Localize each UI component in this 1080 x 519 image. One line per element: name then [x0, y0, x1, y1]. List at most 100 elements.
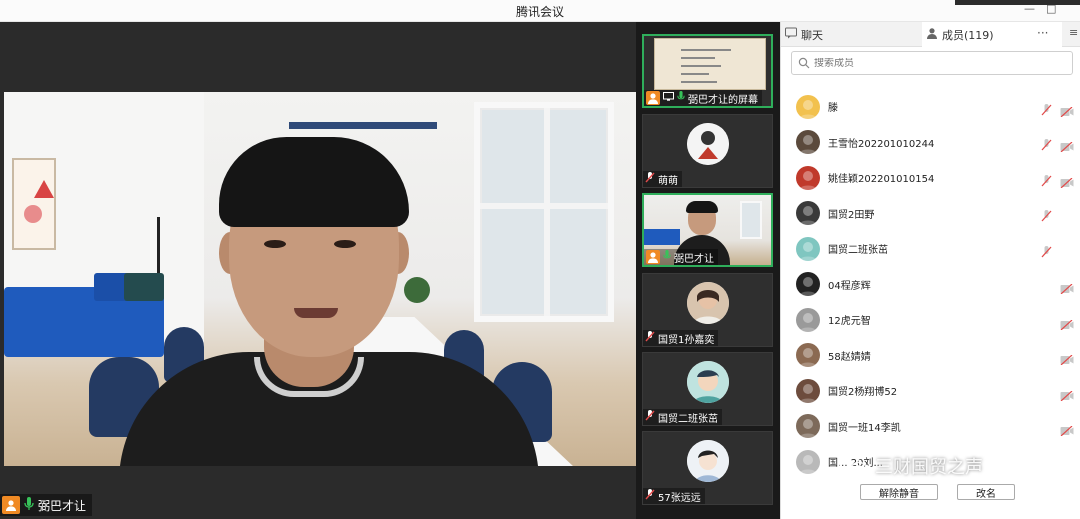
- member-search[interactable]: [791, 51, 1073, 75]
- microphone-muted-icon[interactable]: [1041, 207, 1052, 222]
- speaker-name: 弼巴才让: [38, 498, 87, 513]
- member-row[interactable]: 国贸2杨翔博52: [781, 373, 1080, 409]
- participant-video-strip[interactable]: 弼巴才让的屏幕 萌萌 弼巴才让 国贸1孙嘉奕 国贸二班张茁 57张远远: [636, 22, 780, 519]
- camera-off-icon[interactable]: [1060, 137, 1074, 153]
- tab-chat-label: 聊天: [801, 28, 823, 42]
- unmute-all-button[interactable]: 解除静音: [860, 484, 938, 500]
- participant-avatar: [687, 361, 729, 403]
- member-row[interactable]: 国贸2田野: [781, 196, 1080, 232]
- panel-tabs: 聊天 成员(119) ··· ≡: [781, 22, 1080, 47]
- rename-button[interactable]: 改名: [957, 484, 1015, 500]
- thumbnail-name: 国贸二班张茁: [658, 413, 718, 425]
- search-icon: [798, 54, 810, 73]
- shared-screen-preview: [654, 38, 766, 90]
- person-icon: [926, 27, 938, 42]
- member-avatar: [796, 414, 820, 439]
- window-title: 腾讯会议: [515, 5, 564, 19]
- microphone-icon[interactable]: [1041, 420, 1052, 432]
- wall-art: [12, 158, 56, 250]
- camera-off-icon[interactable]: [1060, 421, 1074, 437]
- member-row[interactable]: 王雪怡202201010244: [781, 125, 1080, 161]
- thumbnail-name: 57张远远: [658, 492, 701, 504]
- member-name: 国贸二班张茁: [828, 245, 888, 257]
- member-name: 姚佳颖202201010154: [828, 174, 935, 186]
- thumbnail-label: 弼巴才让: [644, 249, 718, 265]
- thumbnail-name: 弼巴才让的屏幕: [688, 94, 758, 106]
- microphone-icon[interactable]: [1041, 385, 1052, 397]
- thumbnail-name: 国贸1孙嘉奕: [658, 334, 715, 346]
- speaker-camera-feed: [4, 92, 636, 466]
- microphone-icon[interactable]: [1041, 314, 1052, 326]
- microphone-icon[interactable]: [1041, 349, 1052, 361]
- camera-icon[interactable]: [1060, 208, 1074, 218]
- member-name: 王雪怡202201010244: [828, 138, 935, 150]
- wechat-icon: [839, 455, 868, 477]
- camera-icon[interactable]: [1060, 457, 1074, 467]
- microphone-muted-icon[interactable]: [1041, 136, 1052, 151]
- member-avatar: [796, 449, 820, 474]
- screen-share-icon: [663, 92, 674, 104]
- member-avatar: [796, 201, 820, 226]
- host-user-icon: [646, 250, 660, 264]
- member-row[interactable]: 国贸二班张茁: [781, 231, 1080, 267]
- member-avatar: [796, 165, 820, 190]
- members-panel: 聊天 成员(119) ··· ≡ 滕王雪怡202201010244 姚佳颖2022…: [780, 22, 1080, 519]
- menu-icon[interactable]: ≡: [1069, 26, 1078, 39]
- thumbnail-name: 萌萌: [658, 175, 678, 187]
- member-row[interactable]: 04程彦辉: [781, 267, 1080, 303]
- chat-icon: [785, 27, 797, 42]
- member-row[interactable]: 12虎元智: [781, 302, 1080, 338]
- more-options-button[interactable]: ···: [1037, 26, 1048, 40]
- thumbnail-screen-share[interactable]: 弼巴才让的屏幕: [642, 34, 773, 108]
- participant-avatar: [687, 282, 729, 324]
- member-list: 滕王雪怡202201010244 姚佳颖202201010154 国贸2田野国贸二班…: [781, 89, 1080, 480]
- member-row[interactable]: 58赵婧婧: [781, 338, 1080, 374]
- microphone-muted-icon: [645, 172, 655, 186]
- speaker-name-tag: 弼巴才让: [0, 494, 93, 516]
- microphone-muted-icon: [645, 410, 655, 424]
- thumbnail-camera[interactable]: 弼巴才让: [642, 193, 773, 267]
- member-row[interactable]: 滕: [781, 89, 1080, 125]
- watermark: 三财国贸之声: [839, 451, 983, 481]
- microphone-muted-icon[interactable]: [1041, 172, 1052, 187]
- member-name: 国贸一班14李凯: [828, 422, 901, 434]
- thumbnail-participant[interactable]: 国贸二班张茁: [642, 352, 773, 426]
- member-name: 国贸2田野: [828, 209, 875, 221]
- title-bar-overlay: [955, 0, 1080, 5]
- thumbnail-label: 57张远远: [643, 488, 705, 504]
- microphone-icon[interactable]: [1041, 456, 1052, 468]
- member-avatar: [796, 343, 820, 368]
- camera-off-icon[interactable]: [1060, 315, 1074, 331]
- thumbnail-participant[interactable]: 国贸1孙嘉奕: [642, 273, 773, 347]
- watermark-text: 三财国贸之声: [875, 457, 983, 478]
- camera-icon[interactable]: [1060, 244, 1074, 254]
- member-avatar: [796, 378, 820, 403]
- member-avatar: [796, 94, 820, 119]
- member-row[interactable]: 国贸一班14李凯: [781, 409, 1080, 445]
- microphone-on-icon: [677, 91, 685, 105]
- microphone-muted-icon[interactable]: [1041, 243, 1052, 258]
- speaker-person: [79, 132, 549, 466]
- camera-off-icon[interactable]: [1060, 102, 1074, 118]
- microphone-muted-icon: [645, 489, 655, 503]
- host-user-icon: [2, 496, 20, 514]
- camera-off-icon[interactable]: [1060, 173, 1074, 189]
- member-avatar: [796, 130, 820, 155]
- camera-off-icon[interactable]: [1060, 386, 1074, 402]
- main-video[interactable]: [0, 22, 636, 519]
- microphone-muted-icon[interactable]: [1041, 101, 1052, 116]
- participant-avatar: [687, 440, 729, 482]
- member-name: 12虎元智: [828, 316, 871, 328]
- thumbnail-participant[interactable]: 萌萌: [642, 114, 773, 188]
- member-avatar: [796, 236, 820, 261]
- host-user-icon: [646, 91, 660, 105]
- thumbnail-participant[interactable]: 57张远远: [642, 431, 773, 505]
- search-input[interactable]: [814, 57, 1054, 69]
- tab-chat[interactable]: 聊天: [781, 22, 921, 47]
- camera-off-icon[interactable]: [1060, 279, 1074, 295]
- microphone-icon[interactable]: [1041, 278, 1052, 290]
- member-row[interactable]: 姚佳颖202201010154: [781, 160, 1080, 196]
- member-avatar: [796, 307, 820, 332]
- camera-off-icon[interactable]: [1060, 350, 1074, 366]
- title-bar: 腾讯会议 — □: [0, 0, 1080, 22]
